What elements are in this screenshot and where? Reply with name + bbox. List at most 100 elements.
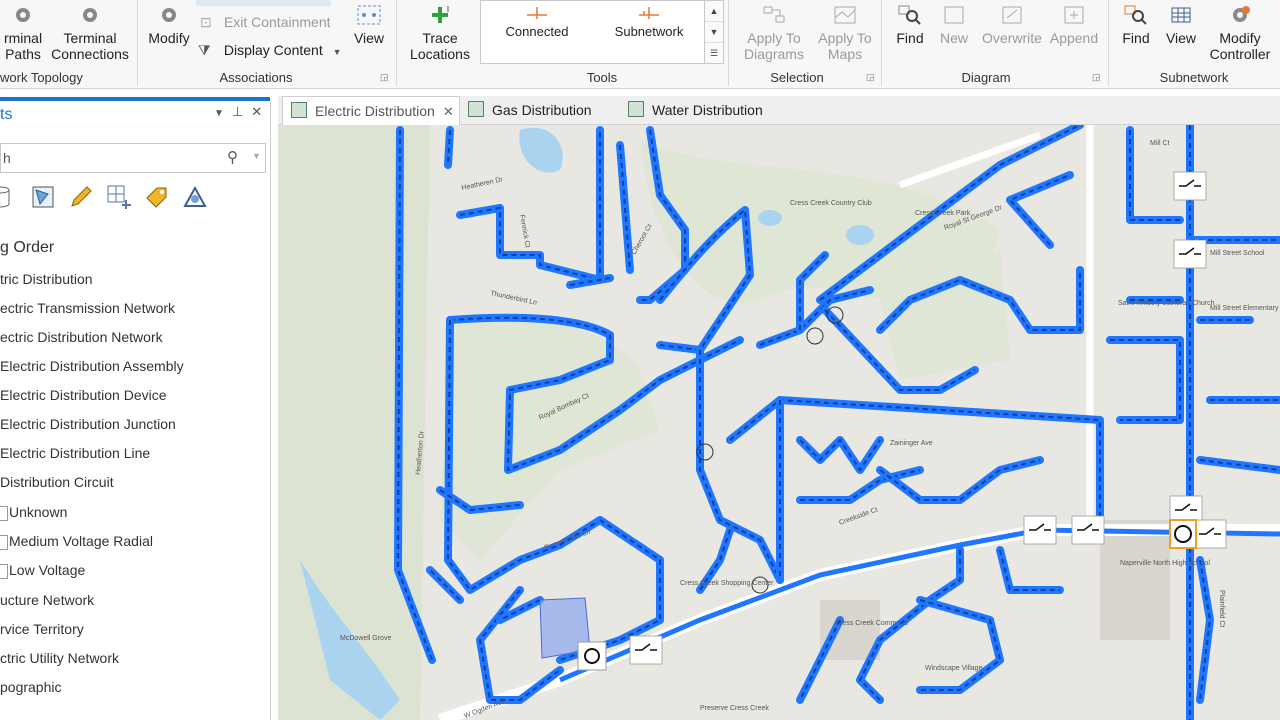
modify-associations-button[interactable]: Modify <box>142 4 196 46</box>
layer-item[interactable]: pographic <box>0 679 62 695</box>
label-tag-icon[interactable] <box>144 184 170 210</box>
dialog-launcher-icon[interactable]: ◲ <box>380 72 389 83</box>
layer-item[interactable]: Electric Distribution Junction <box>0 416 176 432</box>
switch-symbol[interactable] <box>1173 171 1207 201</box>
chevron-down-icon[interactable]: ▼ <box>705 22 723 43</box>
view-associations-button[interactable]: View <box>346 4 392 46</box>
pin-icon[interactable]: ⊥ <box>232 104 251 119</box>
add-grid-icon[interactable] <box>106 184 132 210</box>
tab-water-distribution[interactable]: Water Distribution <box>628 96 788 124</box>
selected-item-highlight <box>196 0 331 6</box>
map-label: Saint Timothy Lutheran Church <box>1118 300 1215 307</box>
exit-containment-button[interactable]: ⊡ Exit Containment <box>200 14 331 31</box>
group-network-topology: work Topology <box>0 70 83 85</box>
layer-item[interactable]: rvice Territory <box>0 621 84 637</box>
layer-item[interactable]: Electric Distribution Device <box>0 387 167 403</box>
new-diagram-button[interactable]: New <box>934 4 974 46</box>
layer-item[interactable]: Unknown <box>0 504 67 521</box>
append-diagram-button[interactable]: Append <box>1046 4 1102 46</box>
map-label: Plainfield Ct <box>1218 590 1225 627</box>
apply-to-diagrams-button[interactable]: Apply To Diagrams <box>736 4 812 62</box>
trace-subnetwork-icon <box>636 3 662 23</box>
layer-item[interactable]: Medium Voltage Radial <box>0 533 153 550</box>
modify-controller-button[interactable]: Modify Controller <box>1204 4 1276 62</box>
trace-locations-button[interactable]: Trace Locations <box>402 4 478 62</box>
ribbon-separator <box>396 0 397 86</box>
layer-label: ctric Utility Network <box>0 650 120 666</box>
map-label: Cress Creek Park <box>915 210 971 217</box>
layer-checkbox[interactable] <box>0 564 8 579</box>
map-label: Cress Creek Shopping Center <box>680 580 774 587</box>
layer-item[interactable]: ctric Utility Network <box>0 650 119 666</box>
layer-checkbox[interactable] <box>0 535 8 550</box>
apply-to-maps-button[interactable]: Apply To Maps <box>812 4 878 62</box>
terminal-connections-button[interactable]: Terminal Connections <box>48 4 132 62</box>
gallery-item-connected[interactable]: Connected <box>481 1 593 63</box>
display-content-button[interactable]: ⧩ Display Content ▼ <box>198 42 342 59</box>
gear-icon <box>1227 4 1253 26</box>
apply-to-maps-label: Apply To Maps <box>818 30 872 62</box>
snapping-icon[interactable] <box>182 184 208 210</box>
chevron-up-icon[interactable]: ▲ <box>705 1 723 22</box>
chevron-down-icon[interactable]: ▼ <box>214 108 232 119</box>
layer-item[interactable]: Low Voltage <box>0 562 85 579</box>
layer-item[interactable]: tric Distribution <box>0 271 93 287</box>
new-diagram-icon <box>941 4 967 26</box>
layer-label: pographic <box>0 679 62 695</box>
exit-icon: ⊡ <box>200 14 212 30</box>
close-icon[interactable]: ✕ <box>443 104 454 119</box>
group-associations: Associations <box>219 70 293 85</box>
overwrite-diagram-button[interactable]: Overwrite <box>978 4 1046 46</box>
map-canvas[interactable]: Heatheren DrFennick CtThunderbird LnCher… <box>278 125 1280 720</box>
tab-gas-distribution[interactable]: Gas Distribution <box>468 96 608 124</box>
gallery-scroll[interactable]: ▲ ▼ ☰ <box>704 0 724 64</box>
layer-checkbox[interactable] <box>0 506 8 521</box>
exit-containment-label: Exit Containment <box>223 14 331 30</box>
connected-label: Connected <box>505 24 569 39</box>
search-input[interactable]: h ⚲ ▼ <box>0 143 266 173</box>
ribbon: rminal Paths Terminal Connections work T… <box>0 0 1280 89</box>
layer-item[interactable]: ectric Distribution Network <box>0 329 163 345</box>
map-label: Zaininger Ave <box>890 440 933 447</box>
layer-label: Electric Distribution Line <box>0 445 151 461</box>
search-icon[interactable]: ⚲ <box>227 148 238 166</box>
chevron-down-icon: ▼ <box>332 47 342 57</box>
pencil-icon[interactable] <box>68 184 94 210</box>
layer-label: ectric Distribution Network <box>0 329 163 345</box>
close-icon[interactable]: ✕ <box>251 104 270 119</box>
search-text: h <box>3 150 11 166</box>
dialog-launcher-icon[interactable]: ◲ <box>1092 72 1101 83</box>
tab-electric-distribution[interactable]: Electric Distribution ✕ <box>282 96 460 125</box>
switch-symbol[interactable] <box>1193 519 1227 549</box>
map-label: Mill Ct <box>1150 140 1169 147</box>
map-view[interactable]: Heatheren Dr Fennick Ct Thunderbird Ln Cher… <box>278 125 1280 720</box>
new-label: New <box>939 30 968 46</box>
subnetwork-label: Subnetwork <box>614 24 684 39</box>
filter-icon: ⧩ <box>198 42 211 58</box>
polygon-selection-icon[interactable] <box>30 184 56 210</box>
view-tabs: Electric Distribution ✕ Gas Distribution … <box>278 96 1280 125</box>
layer-item[interactable]: Electric Distribution Assembly <box>0 358 184 374</box>
gallery-item-subnetwork[interactable]: Subnetwork <box>593 1 705 63</box>
layer-item[interactable]: ucture Network <box>0 592 94 608</box>
switch-symbol[interactable] <box>1071 515 1105 545</box>
dialog-launcher-icon[interactable]: ◲ <box>866 72 875 83</box>
switch-symbol[interactable] <box>1023 515 1057 545</box>
layer-item[interactable]: ectric Transmission Network <box>0 300 175 316</box>
layer-item[interactable]: Distribution Circuit <box>0 474 114 490</box>
database-icon[interactable] <box>0 184 16 210</box>
terminal-paths-button[interactable]: rminal Paths <box>0 4 46 62</box>
gallery-expand-icon[interactable]: ☰ <box>705 43 723 63</box>
layer-label: ucture Network <box>0 592 95 608</box>
find-diagram-button[interactable]: Find <box>888 4 932 46</box>
chevron-down-icon[interactable]: ▼ <box>252 151 261 161</box>
layer-item[interactable]: Electric Distribution Line <box>0 445 150 461</box>
view-subnetwork-button[interactable]: View <box>1160 4 1202 46</box>
find-subnetwork-button[interactable]: Find <box>1114 4 1158 46</box>
switch-symbol[interactable] <box>1173 239 1207 269</box>
layer-label: tric Distribution <box>0 271 93 287</box>
map-label: Cress Creek Commons <box>835 620 908 627</box>
pond <box>758 210 782 226</box>
switch-symbol[interactable] <box>629 635 663 665</box>
map-icon <box>291 102 307 118</box>
